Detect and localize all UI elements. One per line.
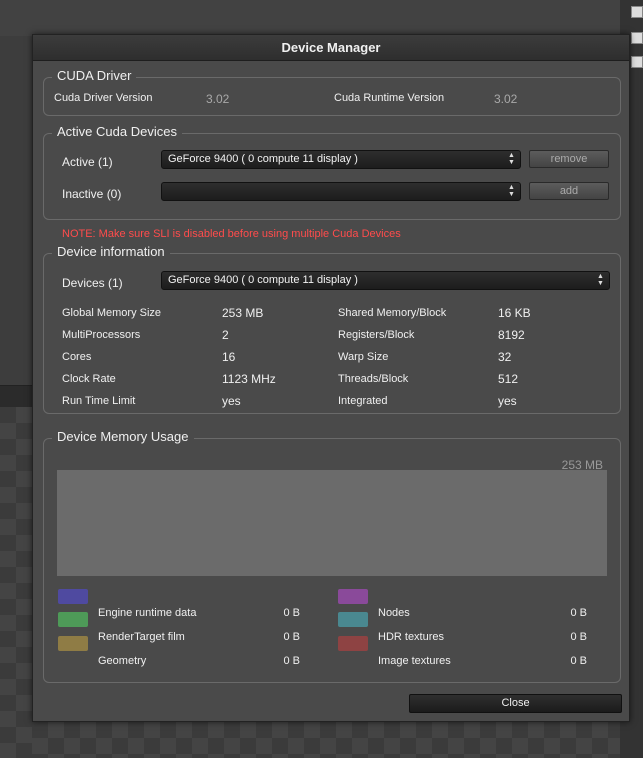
cores-value: 16 [222,350,236,364]
toolbar-tool-icon[interactable] [631,32,643,44]
device-info-group: Device information Devices (1) GeForce 9… [43,244,621,414]
integrated-label: Integrated [338,395,388,407]
memory-usage-title: Device Memory Usage [52,429,194,444]
cuda-driver-group: CUDA Driver Cuda Driver Version 3.02 Cud… [43,68,621,116]
shared-memory-value: 16 KB [498,306,531,320]
legend-swatch [338,589,368,604]
nodes-value: 0 B [570,607,587,619]
remove-button[interactable]: remove [529,150,609,168]
registers-label: Registers/Block [338,329,415,341]
background-panel [0,36,32,396]
device-manager-dialog: Device Manager CUDA Driver Cuda Driver V… [32,34,630,722]
background-app-toolbar [0,0,643,36]
image-textures-swatch [338,636,368,651]
memory-usage-bar [57,470,607,576]
toolbar-tool-icon[interactable] [631,6,643,18]
device-info-selected: GeForce 9400 ( 0 compute 11 display ) [168,274,358,286]
rendertarget-swatch [58,636,88,651]
hdr-textures-value: 0 B [570,631,587,643]
warp-size-value: 32 [498,350,512,364]
rendertarget-label: RenderTarget film [98,631,185,643]
sli-note: NOTE: Make sure SLI is disabled before u… [62,228,401,240]
shared-memory-label: Shared Memory/Block [338,307,447,319]
inactive-label: Inactive (0) [62,187,122,201]
geometry-label: Geometry [98,655,147,667]
dialog-title: Device Manager [33,35,629,61]
runtime-version-value: 3.02 [494,92,518,106]
global-memory-label: Global Memory Size [62,307,162,319]
multiprocessors-value: 2 [222,328,229,342]
active-device-select[interactable]: GeForce 9400 ( 0 compute 11 display ) ▲ ▼ [161,150,521,169]
device-info-select[interactable]: GeForce 9400 ( 0 compute 11 display ) ▲ ▼ [161,271,610,290]
select-arrows-icon: ▲ ▼ [508,152,515,166]
threads-block-value: 512 [498,372,519,386]
hdr-textures-swatch [338,612,368,627]
integrated-value: yes [498,394,517,408]
clock-rate-label: Clock Rate [62,373,116,385]
background-canvas [0,407,32,758]
engine-runtime-swatch [58,612,88,627]
nodes-label: Nodes [378,607,410,619]
background-panel-header [0,385,32,407]
global-memory-value: 253 MB [222,306,264,320]
clock-rate-value: 1123 MHz [222,372,276,386]
registers-value: 8192 [498,328,525,342]
device-info-title: Device information [52,244,170,259]
inactive-device-select[interactable]: ▲ ▼ [161,182,521,201]
active-devices-group: Active Cuda Devices Active (1) GeForce 9… [43,124,621,220]
add-button[interactable]: add [529,182,609,200]
rendertarget-value: 0 B [283,631,300,643]
warp-size-label: Warp Size [338,351,389,363]
cuda-driver-title: CUDA Driver [52,68,137,83]
run-time-limit-label: Run Time Limit [62,395,136,407]
legend-swatch [58,589,88,604]
image-textures-value: 0 B [570,655,587,667]
active-device-selected: GeForce 9400 ( 0 compute 11 display ) [168,153,358,165]
select-arrows-icon: ▲ ▼ [597,273,604,287]
close-button[interactable]: Close [409,694,622,713]
background-canvas-bottom [32,722,643,758]
engine-runtime-value: 0 B [283,607,300,619]
select-arrows-icon: ▲ ▼ [508,184,515,198]
devices-label: Devices (1) [62,276,123,290]
active-devices-title: Active Cuda Devices [52,124,182,139]
multiprocessors-label: MultiProcessors [62,329,141,341]
driver-version-label: Cuda Driver Version [54,92,153,104]
cores-label: Cores [62,351,92,363]
toolbar-tool-icon[interactable] [631,56,643,68]
active-label: Active (1) [62,155,113,169]
geometry-value: 0 B [283,655,300,667]
hdr-textures-label: HDR textures [378,631,445,643]
runtime-version-label: Cuda Runtime Version [334,92,445,104]
engine-runtime-label: Engine runtime data [98,607,197,619]
image-textures-label: Image textures [378,655,451,667]
run-time-limit-value: yes [222,394,241,408]
driver-version-value: 3.02 [206,92,230,106]
threads-block-label: Threads/Block [338,373,409,385]
